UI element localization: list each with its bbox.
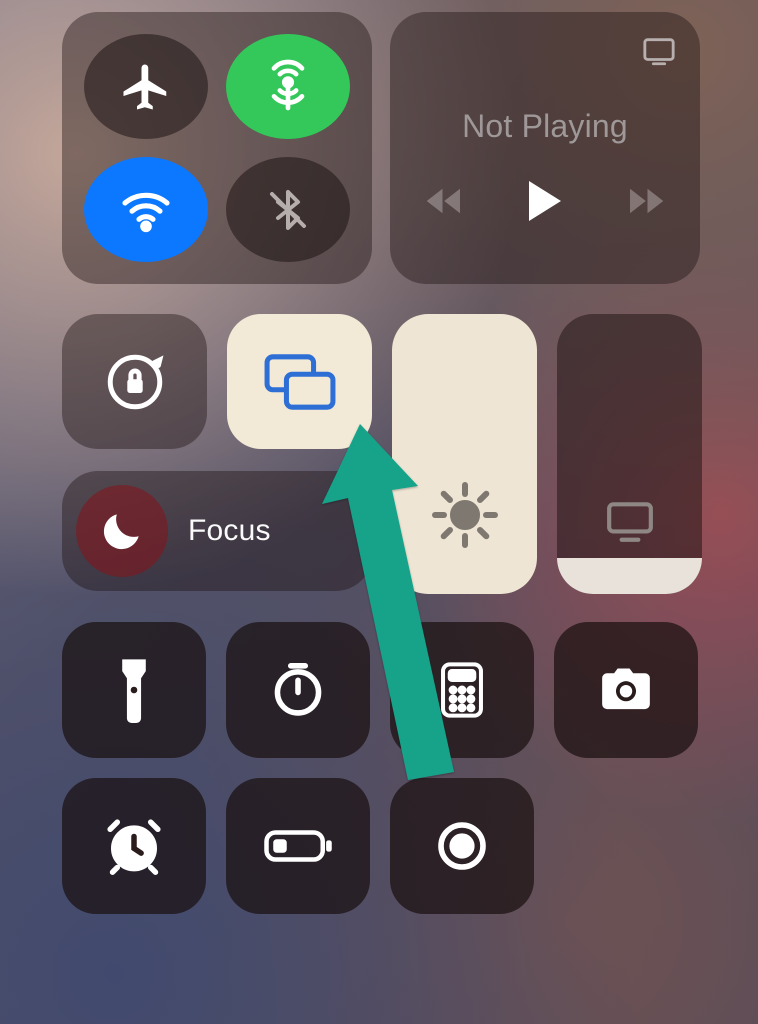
airplane-icon <box>119 60 173 114</box>
focus-circle <box>76 485 168 577</box>
flashlight-tile[interactable] <box>62 622 206 758</box>
cellular-data-toggle[interactable] <box>226 34 350 139</box>
quick-tiles <box>62 622 702 914</box>
calculator-tile[interactable] <box>390 622 534 758</box>
timer-tile[interactable] <box>226 622 370 758</box>
airplane-mode-toggle[interactable] <box>84 34 208 139</box>
media-controls <box>425 181 665 221</box>
orientation-lock-icon <box>102 349 168 415</box>
camera-icon <box>595 666 657 714</box>
fast-forward-icon <box>623 186 665 216</box>
wifi-toggle[interactable] <box>84 157 208 262</box>
moon-icon <box>97 506 147 556</box>
volume-slider[interactable] <box>557 314 702 594</box>
brightness-slider[interactable] <box>392 314 537 594</box>
media-title: Not Playing <box>462 108 628 145</box>
bluetooth-toggle[interactable] <box>226 157 350 262</box>
calculator-icon <box>439 661 485 719</box>
cellular-antenna-icon <box>260 59 316 115</box>
media-forward-button[interactable] <box>623 186 665 216</box>
rewind-icon <box>425 186 467 216</box>
camera-tile[interactable] <box>554 622 698 758</box>
bluetooth-off-icon <box>264 186 312 234</box>
control-center: Not Playing <box>62 12 702 914</box>
media-play-button[interactable] <box>527 181 563 221</box>
screen-mirroring-icon <box>261 351 339 413</box>
battery-low-icon <box>262 828 334 864</box>
record-icon <box>434 818 490 874</box>
focus-toggle[interactable]: Focus <box>62 471 372 591</box>
screen-record-tile[interactable] <box>390 778 534 914</box>
low-power-tile[interactable] <box>226 778 370 914</box>
orientation-lock-toggle[interactable] <box>62 314 207 449</box>
wifi-icon <box>118 182 174 238</box>
airplay-output-icon <box>557 500 702 542</box>
media-panel[interactable]: Not Playing <box>390 12 700 284</box>
alarm-tile[interactable] <box>62 778 206 914</box>
screen-mirroring-toggle[interactable] <box>227 314 372 449</box>
airplay-tv-icon <box>642 36 676 66</box>
media-rewind-button[interactable] <box>425 186 467 216</box>
focus-label: Focus <box>188 514 271 548</box>
alarm-clock-icon <box>103 817 165 875</box>
play-icon <box>527 181 563 221</box>
timer-icon <box>269 661 327 719</box>
flashlight-icon <box>115 657 153 723</box>
connectivity-panel[interactable] <box>62 12 372 284</box>
sun-icon <box>429 479 501 551</box>
